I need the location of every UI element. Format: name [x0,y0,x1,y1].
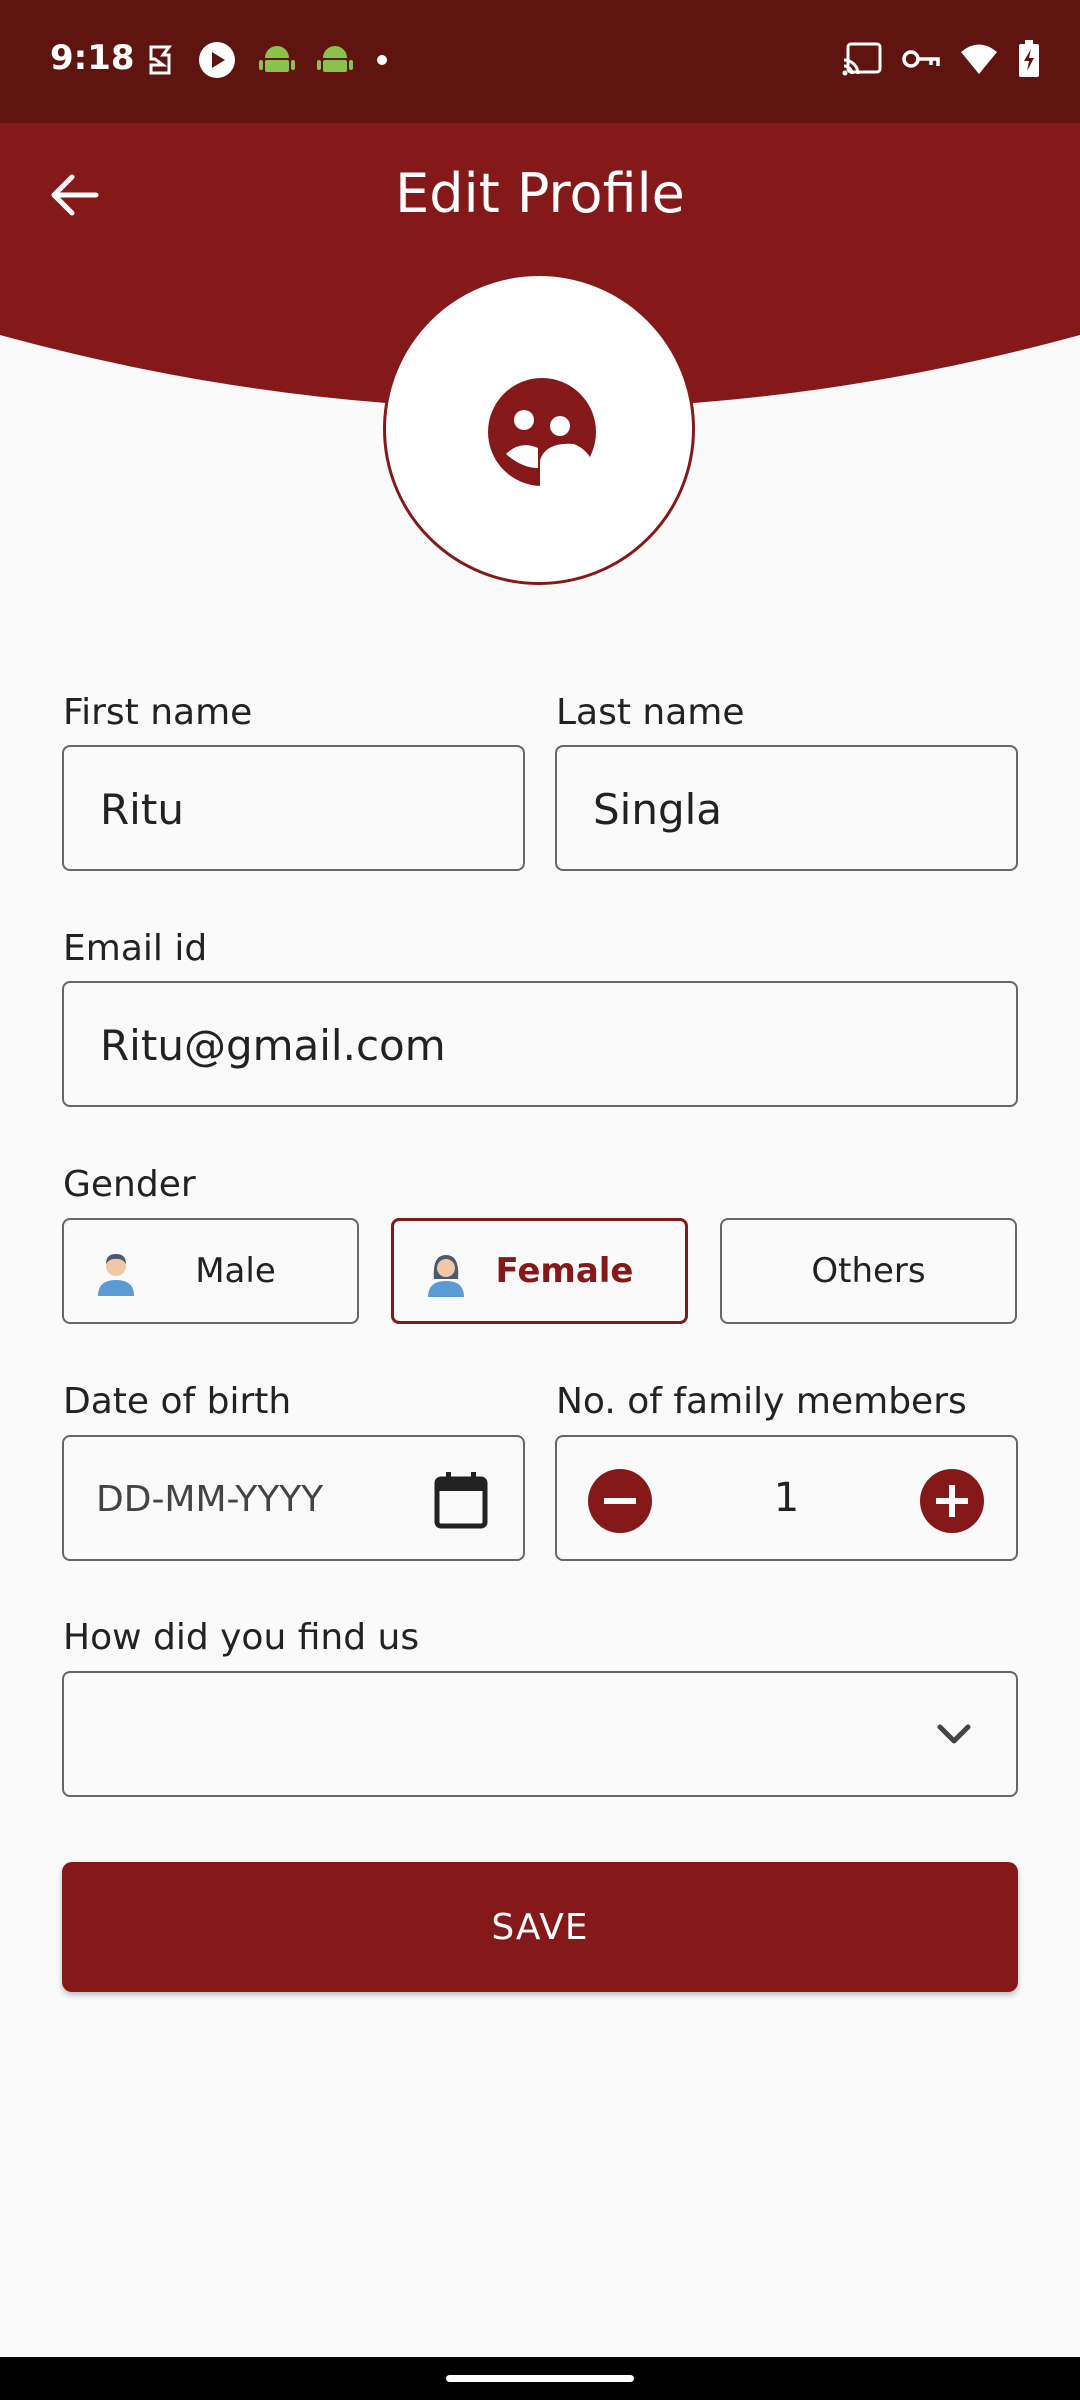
gender-label: Gender [63,1164,196,1205]
last-name-field[interactable]: Singla [555,745,1018,871]
dob-field[interactable]: DD-MM-YYYY [62,1435,525,1561]
source-label: How did you find us [63,1617,420,1658]
gender-male-button[interactable]: Male [62,1218,359,1324]
female-avatar-icon [428,1255,464,1297]
wifi-icon [961,44,997,74]
page-title: Edit Profile [395,162,685,225]
notification-icons [145,40,389,80]
navigation-bar [0,2357,1080,2400]
vpn-key-icon [902,50,940,68]
chevron-down-icon [937,1724,971,1744]
male-avatar-icon [98,1254,134,1296]
android-icon [317,46,353,72]
family-members-stepper: 1 [555,1435,1018,1561]
play-icon [199,42,235,78]
email-value: Ritu@gmail.com [100,1021,446,1070]
save-button[interactable]: SAVE [62,1862,1018,1992]
first-name-field[interactable]: Ritu [62,745,525,871]
last-name-value: Singla [593,785,723,834]
dob-placeholder: DD-MM-YYYY [96,1479,324,1520]
email-field[interactable]: Ritu@gmail.com [62,981,1018,1107]
gender-others-button[interactable]: Others [720,1218,1017,1324]
first-name-label: First name [63,692,253,733]
last-name-label: Last name [556,692,745,733]
gender-female-button[interactable]: Female [391,1218,688,1324]
avatar[interactable] [383,273,695,585]
source-dropdown[interactable] [62,1671,1018,1797]
battery-charging-icon [1019,40,1039,77]
cast-icon [842,42,882,76]
status-time: 9:18 [50,38,135,78]
gender-male-label: Male [195,1251,276,1291]
dob-label: Date of birth [63,1381,292,1422]
family-members-label: No. of family members [556,1381,967,1422]
android-icon [259,46,295,72]
dot-icon [377,55,387,65]
gender-others-label: Others [811,1251,926,1291]
calendar-icon[interactable] [434,1471,488,1529]
gender-female-label: Female [495,1251,634,1291]
profile-avatar-icon [488,378,596,486]
status-bar: 9:18 [0,0,1080,123]
first-name-value: Ritu [100,785,184,834]
app-icon [149,45,172,75]
home-handle[interactable] [446,2375,634,2382]
email-label: Email id [63,928,208,969]
system-icons [842,40,1040,78]
increment-button[interactable] [920,1469,984,1533]
